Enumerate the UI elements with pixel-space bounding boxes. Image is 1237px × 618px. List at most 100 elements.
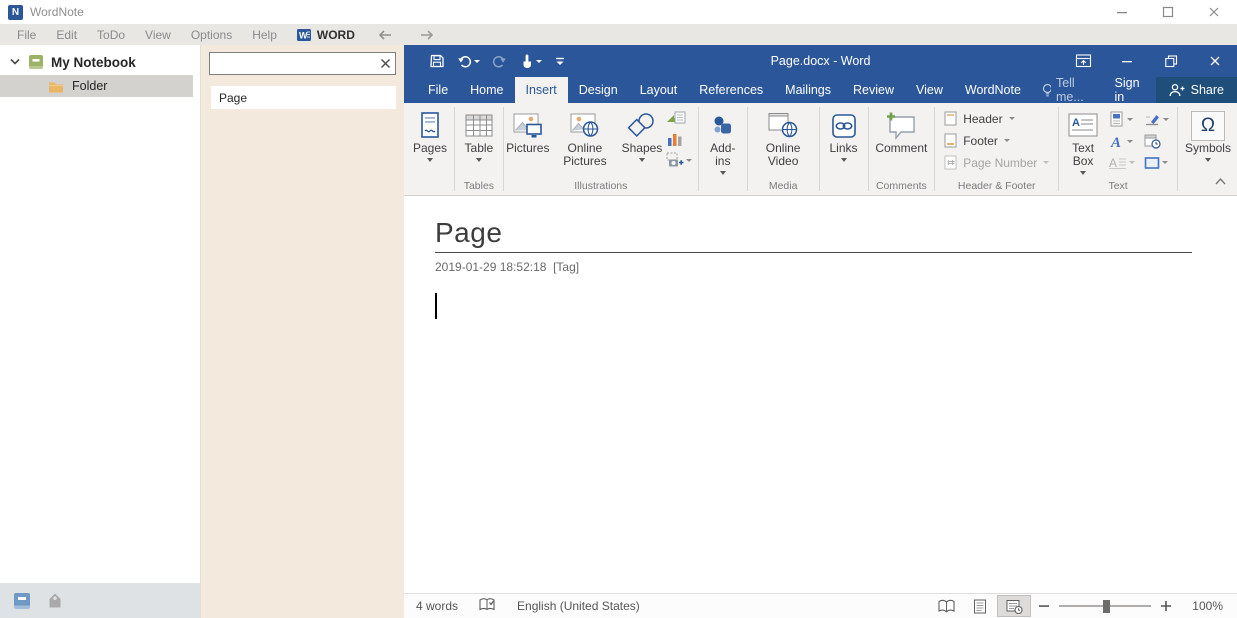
tab-layout[interactable]: Layout bbox=[629, 77, 689, 103]
tab-references[interactable]: References bbox=[688, 77, 774, 103]
list-item-page[interactable]: Page bbox=[211, 86, 396, 109]
group-label-tables: Tables bbox=[458, 178, 500, 195]
date-time-button[interactable] bbox=[1144, 133, 1169, 149]
read-mode-button[interactable] bbox=[929, 595, 963, 617]
search-input[interactable] bbox=[210, 53, 375, 74]
ribbon-group-links: Links bbox=[821, 103, 867, 195]
wordart-button[interactable]: A bbox=[1109, 133, 1135, 149]
notebooks-view-icon[interactable] bbox=[13, 592, 31, 610]
dropdown-arrow bbox=[841, 158, 847, 162]
ribbon-group-media: Online Video Media bbox=[749, 103, 818, 195]
word-restore-button[interactable] bbox=[1149, 45, 1193, 77]
tab-word[interactable]: W WORD bbox=[287, 27, 364, 43]
symbols-button[interactable]: Ω Symbols bbox=[1181, 104, 1235, 178]
table-button[interactable]: Table bbox=[458, 104, 500, 178]
menu-options[interactable]: Options bbox=[181, 28, 242, 42]
read-mode-icon bbox=[938, 599, 955, 613]
zoom-slider-thumb[interactable] bbox=[1103, 600, 1110, 613]
zoom-out-button[interactable] bbox=[1031, 598, 1057, 614]
proofing-status-icon[interactable] bbox=[479, 597, 496, 615]
ribbon-group-tables: Table Tables bbox=[456, 103, 502, 195]
undo-icon bbox=[457, 54, 472, 69]
menu-help[interactable]: Help bbox=[242, 28, 287, 42]
document-heading[interactable]: Page bbox=[435, 217, 1192, 249]
footer-button[interactable]: Footer bbox=[944, 133, 1049, 148]
screenshot-button[interactable] bbox=[666, 152, 692, 168]
ribbon-group-header-footer: Header Footer Page Number Header & Foote… bbox=[936, 103, 1057, 195]
zoom-slider[interactable] bbox=[1059, 605, 1151, 607]
shapes-button[interactable]: Shapes bbox=[621, 104, 663, 178]
text-box-button[interactable]: A Text Box bbox=[1062, 104, 1104, 178]
forward-arrow-button[interactable] bbox=[406, 28, 448, 42]
ribbon-display-options-button[interactable] bbox=[1061, 45, 1105, 77]
page-number-button[interactable]: Page Number bbox=[944, 155, 1049, 170]
sidebar-item-folder[interactable]: Folder bbox=[0, 75, 193, 97]
header-button[interactable]: Header bbox=[944, 111, 1049, 126]
web-layout-button[interactable] bbox=[997, 595, 1031, 617]
smartart-button[interactable] bbox=[666, 110, 692, 126]
group-separator bbox=[1058, 107, 1059, 191]
tell-me-button[interactable]: Tell me... bbox=[1032, 77, 1104, 103]
dropdown-arrow bbox=[427, 158, 433, 162]
tab-home[interactable]: Home bbox=[459, 77, 514, 103]
document-canvas[interactable]: Page 2019-01-29 18:52:18 [Tag] bbox=[404, 196, 1237, 593]
footer-icon bbox=[944, 133, 957, 148]
print-layout-button[interactable] bbox=[963, 595, 997, 617]
dropdown-arrow bbox=[1127, 140, 1133, 143]
document-title-block: Page bbox=[435, 217, 1192, 253]
share-button[interactable]: Share bbox=[1156, 77, 1237, 103]
undo-button[interactable] bbox=[451, 45, 486, 77]
tab-insert[interactable]: Insert bbox=[515, 77, 568, 103]
chart-button[interactable] bbox=[666, 131, 692, 147]
group-label-text: Text bbox=[1062, 178, 1174, 195]
sidebar-item-my-notebook[interactable]: My Notebook bbox=[0, 49, 200, 75]
tab-wordnote[interactable]: WordNote bbox=[954, 77, 1032, 103]
addins-button[interactable]: Add-ins bbox=[702, 104, 744, 178]
signature-line-button[interactable] bbox=[1144, 111, 1169, 127]
app-titlebar: N WordNote bbox=[0, 0, 1237, 24]
menu-view[interactable]: View bbox=[135, 28, 181, 42]
dropdown-arrow bbox=[536, 60, 542, 63]
online-pictures-button[interactable]: Online Pictures bbox=[549, 104, 621, 178]
app-maximize-button[interactable] bbox=[1145, 0, 1191, 24]
tab-view[interactable]: View bbox=[905, 77, 954, 103]
pages-button[interactable]: Pages bbox=[409, 104, 451, 178]
menu-edit[interactable]: Edit bbox=[46, 28, 87, 42]
pictures-button[interactable]: Pictures bbox=[507, 104, 549, 178]
customize-qat-button[interactable] bbox=[548, 45, 572, 77]
tab-design[interactable]: Design bbox=[568, 77, 629, 103]
app-close-button[interactable] bbox=[1191, 0, 1237, 24]
sign-in-button[interactable]: Sign in bbox=[1104, 77, 1156, 103]
tags-view-icon[interactable] bbox=[47, 592, 63, 609]
drop-cap-button[interactable]: A bbox=[1109, 155, 1135, 170]
menu-todo[interactable]: ToDo bbox=[87, 28, 135, 42]
links-button[interactable]: Links bbox=[823, 104, 865, 178]
zoom-level[interactable]: 100% bbox=[1179, 599, 1223, 613]
document-timestamp[interactable]: 2019-01-29 18:52:18 [Tag] bbox=[435, 260, 1237, 274]
save-button[interactable] bbox=[423, 45, 451, 77]
menu-file[interactable]: File bbox=[7, 28, 46, 42]
word-minimize-button[interactable] bbox=[1105, 45, 1149, 77]
word-close-button[interactable] bbox=[1193, 45, 1237, 77]
tab-file[interactable]: File bbox=[417, 77, 459, 103]
comment-button[interactable]: Comment bbox=[871, 104, 931, 178]
app-minimize-button[interactable] bbox=[1099, 0, 1145, 24]
online-video-button[interactable]: Online Video bbox=[751, 104, 816, 178]
tab-mailings[interactable]: Mailings bbox=[774, 77, 842, 103]
chevron-down-icon[interactable] bbox=[9, 57, 21, 67]
collapse-ribbon-button[interactable] bbox=[1214, 175, 1227, 189]
object-button[interactable] bbox=[1144, 155, 1169, 170]
quick-parts-button[interactable] bbox=[1109, 111, 1135, 127]
group-label-header-footer: Header & Footer bbox=[938, 178, 1055, 195]
redo-button[interactable] bbox=[486, 45, 513, 77]
zoom-in-button[interactable] bbox=[1153, 598, 1179, 614]
word-count[interactable]: 4 words bbox=[416, 599, 458, 613]
svg-text:A: A bbox=[1110, 135, 1121, 149]
search-clear-icon[interactable] bbox=[375, 58, 395, 69]
language-status[interactable]: English (United States) bbox=[517, 599, 640, 613]
dropdown-arrow bbox=[1127, 118, 1133, 121]
back-arrow-button[interactable] bbox=[364, 28, 406, 42]
redo-icon bbox=[492, 54, 507, 69]
touch-mode-button[interactable] bbox=[513, 45, 548, 77]
tab-review[interactable]: Review bbox=[842, 77, 905, 103]
